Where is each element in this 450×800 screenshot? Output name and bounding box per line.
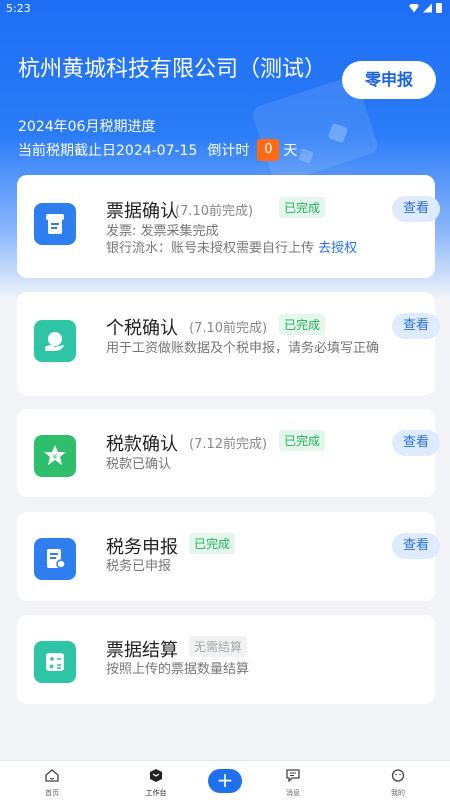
tax-form-icon [34,538,76,580]
battery-icon [436,3,442,13]
card-due: (7.10前完成) [175,204,254,219]
desc-invoice: 发票: 发票采集完成 [106,224,219,239]
view-button[interactable]: 查看 [392,196,440,222]
card-title: 票据结算 [106,640,178,661]
tab-label: 消息 [286,789,300,797]
card-desc: 税务已申报 [106,559,172,574]
card-title: 税款确认 [106,434,178,455]
status-badge: 已完成 [189,533,236,554]
days-unit: 天 [283,143,298,159]
home-icon [45,769,59,782]
task-card-tax-confirm: ¥ 税款确认 (7.12前完成) 已完成 税款已确认 查看 [17,409,440,497]
task-card-receipt-settle: 票据结算 无需结算 按照上传的票据数量结算 [17,615,435,704]
status-bar: 5:23 [0,0,450,18]
view-button[interactable]: 查看 [392,430,440,456]
card-desc: 税款已确认 [106,457,172,472]
svg-text:¥: ¥ [53,453,58,461]
yuan-badge-icon: ¥ [34,435,76,477]
period-progress: 2024年06月税期进度 [18,119,156,135]
bottom-tab-bar: 首页 工作台 + 消息 我的 [0,760,450,800]
profile-icon [391,769,405,782]
card-due: (7.12前完成) [189,437,268,452]
tab-label: 首页 [45,789,59,797]
hand-payment-icon [34,320,76,362]
status-time: 5:23 [6,2,31,15]
tab-messages[interactable]: 消息 [263,767,323,798]
desc-bank: 银行流水：账号未授权需要自行上传 去授权 [106,241,358,256]
card-desc: 发票: 发票采集完成 银行流水：账号未授权需要自行上传 去授权 [106,223,406,257]
card-desc: 按照上传的票据数量结算 [106,662,250,677]
countdown-days-badge: 0 [257,139,280,161]
message-icon [286,769,300,783]
card-title: 个税确认 [106,318,178,339]
task-card-iit-confirm: 个税确认 (7.10前完成) 已完成 用于工资做账数据及个税申报，请务必填写正确… [17,292,440,395]
tab-label: 工作台 [145,789,167,797]
task-card-tax-filing: 税务申报 已完成 税务已申报 查看 [17,512,440,601]
tab-label: 我的 [391,789,405,797]
deadline-row: 当前税期截止日2024-07-15 倒计时 0 天 [18,139,297,161]
card-title: 票据确认 [106,201,178,222]
status-badge: 已完成 [279,430,326,451]
wifi-icon [409,3,419,13]
company-name: 杭州黄城科技有限公司（测试） [18,57,327,82]
card-due: (7.10前完成) [189,321,268,336]
zero-declaration-button[interactable]: 零申报 [342,61,436,99]
signal-icon [423,3,432,13]
workbench-icon [150,769,162,782]
tab-home[interactable]: 首页 [22,767,82,798]
tab-workbench[interactable]: 工作台 [126,767,186,798]
status-badge: 已完成 [279,314,326,335]
card-title: 税务申报 [106,537,178,558]
add-button[interactable]: + [208,769,242,793]
receipt-icon [34,203,76,245]
status-badge: 无需结算 [189,636,248,657]
calculator-icon [34,641,76,683]
deadline-text: 当前税期截止日2024-07-15 [18,143,198,159]
tab-profile[interactable]: 我的 [368,767,428,798]
task-card-receipt-confirm: 票据确认 (7.10前完成) 已完成 发票: 发票采集完成 银行流水：账号未授权… [17,175,440,278]
view-button[interactable]: 查看 [392,313,440,339]
authorize-link[interactable]: 去授权 [318,241,357,256]
view-button[interactable]: 查看 [392,533,440,559]
card-desc: 用于工资做账数据及个税申报，请务必填写正确 [106,341,380,356]
countdown-label: 倒计时 [207,143,250,159]
status-badge: 已完成 [279,197,326,218]
